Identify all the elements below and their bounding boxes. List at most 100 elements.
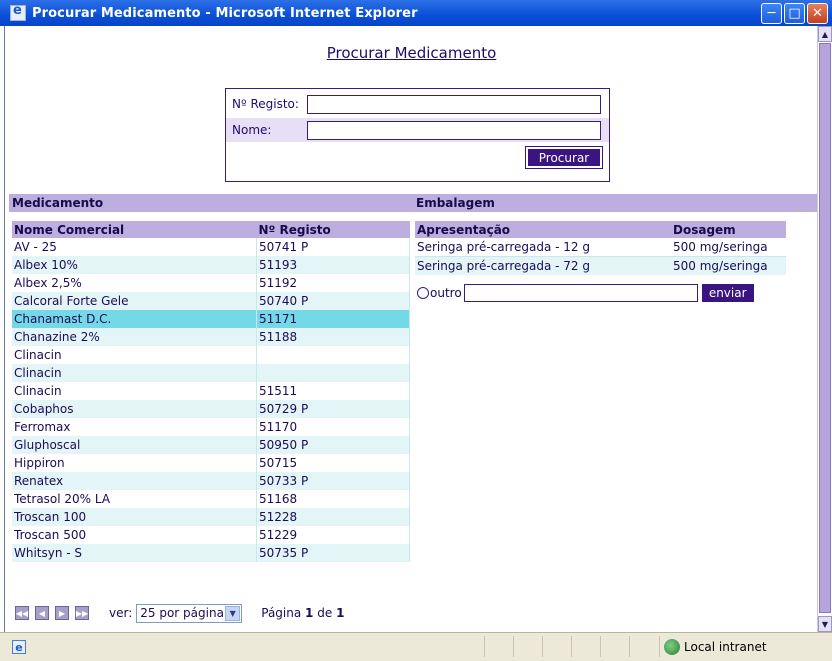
nome-comercial-cell[interactable]: Chanamast D.C. (12, 310, 257, 328)
header-nome-comercial[interactable]: Nome Comercial (12, 221, 257, 238)
medicamento-section-header: Medicamento (9, 194, 409, 212)
nome-comercial-cell[interactable]: Tetrasol 20% LA (12, 490, 257, 508)
n-registo-cell[interactable]: 51192 (256, 274, 410, 292)
table-row[interactable]: Clinacin (12, 346, 410, 364)
nome-comercial-cell[interactable]: Clinacin (12, 382, 257, 400)
nome-comercial-cell[interactable]: Clinacin (12, 346, 257, 364)
ie-app-icon (10, 3, 26, 21)
minimize-button[interactable]: ─ (761, 3, 782, 24)
table-row[interactable]: Seringa pré-carregada - 12 g 500 mg/serin… (415, 238, 786, 257)
table-row[interactable]: Albex 10% 51193 (12, 256, 410, 274)
nome-comercial-cell[interactable]: Troscan 100 (12, 508, 257, 526)
table-row[interactable]: Gluphoscal 50950 P (12, 436, 410, 454)
table-row[interactable]: Troscan 100 51228 (12, 508, 410, 526)
status-cell (629, 636, 660, 657)
table-row[interactable]: Renatex 50733 P (12, 472, 410, 490)
scroll-thumb[interactable] (819, 43, 831, 613)
n-registo-cell[interactable]: 51188 (256, 328, 410, 346)
nome-comercial-cell[interactable]: Gluphoscal (12, 436, 257, 454)
table-row[interactable]: Clinacin (12, 364, 410, 382)
n-registo-cell[interactable]: 50741 P (256, 238, 410, 256)
n-registo-cell[interactable]: 50715 (256, 454, 410, 472)
scroll-down-icon[interactable]: ▼ (818, 616, 832, 632)
nome-comercial-cell[interactable]: Albex 2,5% (12, 274, 257, 292)
table-row[interactable]: Seringa pré-carregada - 72 g 500 mg/serin… (415, 256, 786, 275)
table-row[interactable]: AV - 25 50741 P (12, 238, 410, 256)
n-registo-cell[interactable]: 51170 (256, 418, 410, 436)
nome-comercial-cell[interactable]: Clinacin (12, 364, 257, 382)
n-registo-cell[interactable] (256, 364, 410, 382)
dosagem-cell[interactable]: 500 mg/seringa (671, 238, 786, 257)
n-registo-cell[interactable]: 50733 P (256, 472, 410, 490)
apresentacao-cell[interactable]: Seringa pré-carregada - 72 g (415, 256, 671, 275)
table-row[interactable]: Troscan 500 51229 (12, 526, 410, 544)
procurar-button[interactable]: Procurar (525, 146, 603, 169)
n-registo-cell[interactable] (256, 346, 410, 364)
table-row[interactable]: Ferromax 51170 (12, 418, 410, 436)
nome-label: Nome: (232, 123, 272, 137)
header-dosagem: Dosagem (671, 221, 786, 238)
nome-comercial-cell[interactable]: Whitsyn - S (12, 544, 257, 562)
nome-comercial-cell[interactable]: Albex 10% (12, 256, 257, 274)
page-title: Procurar Medicamento (326, 44, 497, 62)
status-bar: e Local intranet (0, 632, 832, 661)
globe-icon (664, 639, 680, 655)
medicamento-table: Nome Comercial Nº Registo AV - 25 50741 P… (12, 221, 410, 562)
n-registo-cell[interactable]: 50950 P (256, 436, 410, 454)
n-registo-cell[interactable]: 51168 (256, 490, 410, 508)
n-registo-cell[interactable]: 51229 (256, 526, 410, 544)
dosagem-cell[interactable]: 500 mg/seringa (671, 256, 786, 275)
registo-input[interactable] (307, 95, 601, 114)
prev-page-icon[interactable]: ◀ (35, 606, 49, 620)
table-row[interactable]: Tetrasol 20% LA 51168 (12, 490, 410, 508)
n-registo-cell[interactable]: 50735 P (256, 544, 410, 562)
close-button[interactable]: ✕ (807, 3, 828, 24)
n-registo-cell[interactable]: 51171 (256, 310, 410, 328)
per-page-value: 25 por página (140, 606, 224, 620)
registo-label: Nº Registo: (232, 97, 299, 111)
nome-comercial-cell[interactable]: Renatex (12, 472, 257, 490)
chevron-down-icon[interactable]: ▼ (225, 605, 241, 621)
nome-comercial-cell[interactable]: AV - 25 (12, 238, 257, 256)
n-registo-cell[interactable]: 50729 P (256, 400, 410, 418)
nome-comercial-cell[interactable]: Troscan 500 (12, 526, 257, 544)
nome-comercial-cell[interactable]: Chanazine 2% (12, 328, 257, 346)
table-row[interactable]: Hippiron 50715 (12, 454, 410, 472)
ie-page-icon: e (12, 640, 26, 654)
nome-comercial-cell[interactable]: Calcoral Forte Gele (12, 292, 257, 310)
scroll-up-icon[interactable]: ▲ (818, 26, 832, 42)
last-page-icon[interactable]: ▶▶ (75, 606, 89, 620)
vertical-scrollbar[interactable]: ▲ ▼ (817, 26, 832, 632)
n-registo-cell[interactable]: 51193 (256, 256, 410, 274)
header-apresentacao: Apresentação (415, 221, 671, 238)
nome-input[interactable] (307, 121, 601, 140)
next-page-icon[interactable]: ▶ (55, 606, 69, 620)
window-title: Procurar Medicamento - Microsoft Interne… (32, 5, 418, 21)
page-info: Página 1 de 1 (261, 606, 344, 620)
nome-comercial-cell[interactable]: Hippiron (12, 454, 257, 472)
outro-radio[interactable] (417, 287, 429, 299)
table-row[interactable]: Cobaphos 50729 P (12, 400, 410, 418)
outro-input[interactable] (463, 284, 698, 302)
maximize-button[interactable]: □ (784, 3, 805, 24)
n-registo-cell[interactable]: 51228 (256, 508, 410, 526)
nome-comercial-cell[interactable]: Ferromax (12, 418, 257, 436)
table-row[interactable]: Chanazine 2% 51188 (12, 328, 410, 346)
table-row[interactable]: Chanamast D.C. 51171 (12, 310, 410, 328)
table-row[interactable]: Clinacin 51511 (12, 382, 410, 400)
nome-comercial-cell[interactable]: Cobaphos (12, 400, 257, 418)
enviar-button[interactable]: enviar (701, 284, 754, 302)
status-cell (484, 636, 514, 657)
apresentacao-cell[interactable]: Seringa pré-carregada - 12 g (415, 238, 671, 257)
current-page: 1 (305, 606, 314, 620)
table-row[interactable]: Calcoral Forte Gele 50740 P (12, 292, 410, 310)
header-n-registo[interactable]: Nº Registo (256, 221, 410, 238)
per-page-select[interactable]: 25 por página ▼ (136, 603, 243, 623)
table-row[interactable]: Albex 2,5% 51192 (12, 274, 410, 292)
n-registo-cell[interactable]: 51511 (256, 382, 410, 400)
embalagem-section-header: Embalagem (409, 194, 818, 212)
first-page-icon[interactable]: ◀◀ (15, 606, 29, 620)
n-registo-cell[interactable]: 50740 P (256, 292, 410, 310)
table-row[interactable]: Whitsyn - S 50735 P (12, 544, 410, 562)
page-sep: de (317, 606, 333, 620)
